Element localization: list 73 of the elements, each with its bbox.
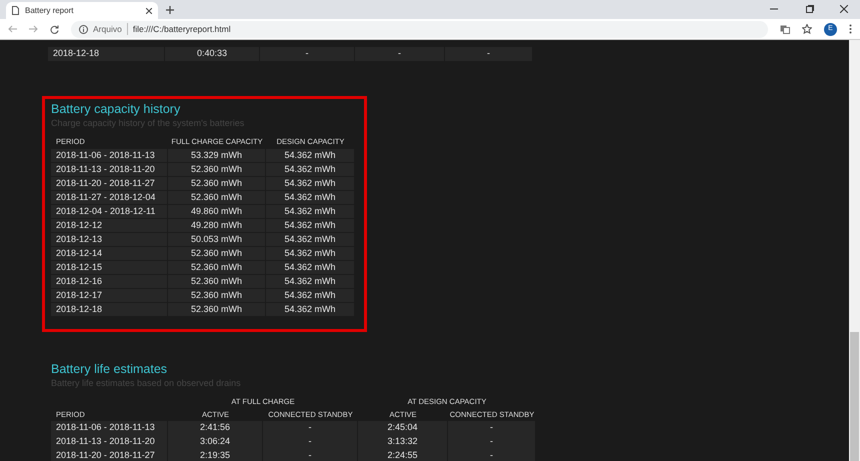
table-cell: 2018-11-06 - 2018-11-13 [51, 421, 167, 434]
section-title: Battery life estimates [51, 362, 168, 376]
star-icon[interactable] [802, 24, 812, 34]
table-cell: 2018-12-14 [51, 246, 167, 260]
table-cell: 52.360 mWh [168, 176, 265, 190]
table-cell: 54.362 mWh [266, 274, 354, 288]
close-icon[interactable] [840, 5, 848, 13]
section-title: Battery capacity history [51, 102, 182, 117]
table-cell: 54.362 mWh [266, 302, 354, 316]
table-cell: - [445, 47, 532, 60]
table-cell: 2018-11-20 - 2018-11-27 [51, 176, 167, 190]
reload-icon[interactable] [50, 24, 59, 34]
table-cell: - [263, 435, 357, 448]
table-cell: 0:40:33 [165, 47, 259, 60]
table-cell: 3:13:32 [358, 435, 447, 448]
translate-icon[interactable] [780, 24, 790, 34]
table-cell: 52.360 mWh [168, 288, 265, 302]
table-cell: 2:45:04 [358, 421, 447, 434]
table-cell: 52.360 mWh [168, 260, 265, 274]
close-icon[interactable] [146, 8, 152, 14]
scrollbar-thumb[interactable] [850, 332, 859, 461]
table-cell: 52.360 mWh [168, 274, 265, 288]
table-cell: 52.360 mWh [168, 246, 265, 260]
table-cell: 2018-11-27 - 2018-12-04 [51, 190, 167, 204]
table-cell: 2018-12-17 [51, 288, 167, 302]
table-cell: - [263, 449, 357, 461]
table-cell: 54.362 mWh [266, 204, 354, 218]
table-cell: 2018-12-15 [51, 260, 167, 274]
table-cell: 2018-12-18 [48, 47, 164, 60]
table-cell: - [263, 421, 357, 434]
table-cell: - [448, 421, 535, 434]
table-cell: - [355, 47, 444, 60]
table-cell: 54.362 mWh [266, 162, 354, 176]
table-cell: 2018-12-13 [51, 232, 167, 246]
browser-tab[interactable]: Battery report [6, 2, 158, 19]
table-cell: 53.329 mWh [168, 148, 265, 162]
table-cell: 50.053 mWh [168, 232, 265, 246]
tab-title: Battery report [25, 4, 74, 16]
table-cell: 2:24:55 [358, 449, 447, 461]
table-cell: 52.360 mWh [168, 162, 265, 176]
table-cell: - [448, 435, 535, 448]
table-cell: 2018-12-16 [51, 274, 167, 288]
table-cell: 54.362 mWh [266, 288, 354, 302]
table-cell: 2018-11-20 - 2018-11-27 [51, 449, 167, 461]
table-cell: 2018-11-13 - 2018-11-20 [51, 162, 167, 176]
table-cell: - [260, 47, 354, 60]
table-cell: 54.362 mWh [266, 260, 354, 274]
new-tab-icon[interactable] [166, 6, 174, 14]
table-cell: 54.362 mWh [266, 246, 354, 260]
table-cell: 54.362 mWh [266, 190, 354, 204]
table-cell: 52.360 mWh [168, 302, 265, 316]
scrollbar[interactable] [849, 40, 860, 461]
restore-icon[interactable] [806, 5, 814, 13]
table-cell: 54.362 mWh [266, 218, 354, 232]
table-cell: 2:41:56 [168, 421, 262, 434]
address-bar[interactable]: Arquivo file:///C:/batteryreport.html [71, 20, 768, 38]
table-cell: - [448, 449, 535, 461]
table-cell: 2018-12-18 [51, 302, 167, 316]
page-icon [12, 6, 19, 15]
menu-icon[interactable] [849, 24, 852, 34]
table-cell: 54.362 mWh [266, 148, 354, 162]
table-cell: 54.362 mWh [266, 232, 354, 246]
table-cell: 54.362 mWh [266, 176, 354, 190]
table-cell: 49.860 mWh [168, 204, 265, 218]
table-cell: 52.360 mWh [168, 190, 265, 204]
table-cell: 49.280 mWh [168, 218, 265, 232]
table-cell: 2018-11-06 - 2018-11-13 [51, 148, 167, 162]
table-cell: 2:19:35 [168, 449, 262, 461]
info-icon [79, 24, 88, 34]
table-cell: 2018-11-13 - 2018-11-20 [51, 435, 167, 448]
table-cell: 3:06:24 [168, 435, 262, 448]
table-cell: 2018-12-04 - 2018-12-11 [51, 204, 167, 218]
table-cell: 2018-12-12 [51, 218, 167, 232]
